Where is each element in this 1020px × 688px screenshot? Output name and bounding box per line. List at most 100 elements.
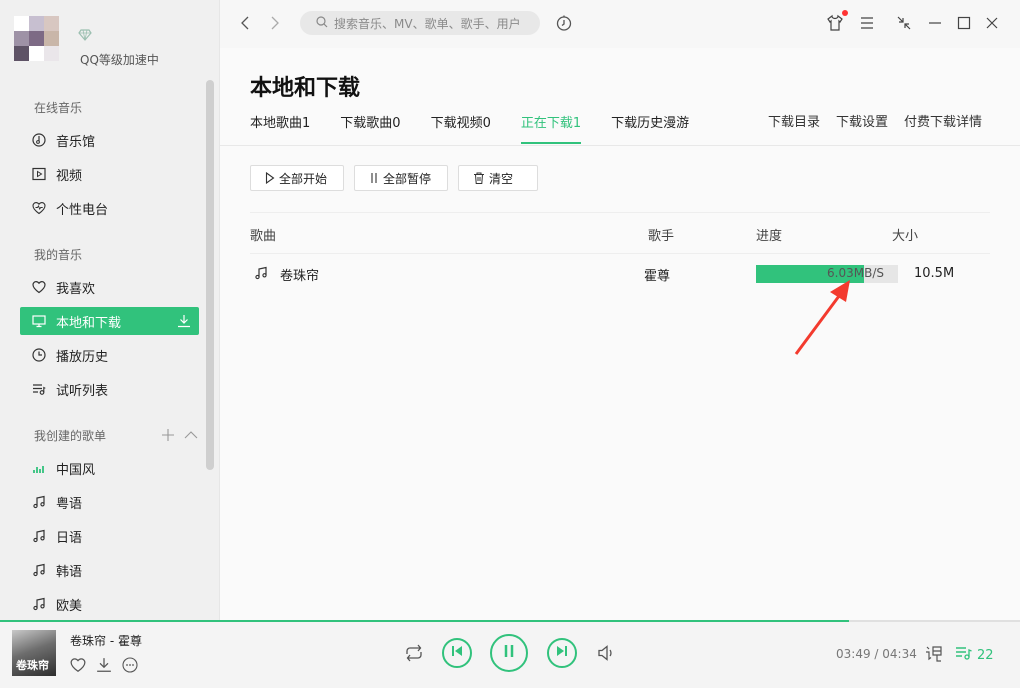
section-title-my-music: 我的音乐 [34, 246, 82, 263]
music-recognition-icon[interactable] [555, 14, 573, 32]
menu-icon[interactable] [858, 14, 876, 32]
pause-icon [369, 172, 379, 184]
tab-downloading[interactable]: 正在下载1 [521, 114, 581, 146]
sidebar-item-label: 个性电台 [56, 199, 108, 218]
singer-name[interactable]: 霍尊 [644, 265, 670, 284]
sidebar-item-radio[interactable]: 个性电台 [20, 194, 199, 222]
song-title[interactable]: 卷珠帘 [280, 265, 319, 284]
sidebar-item-favorites[interactable]: 我喜欢 [20, 273, 199, 301]
skin-icon[interactable] [826, 14, 844, 32]
sidebar-scrollbar[interactable] [206, 80, 214, 470]
tab-download-history[interactable]: 下载历史漫游 [611, 114, 689, 146]
now-playing-actions [70, 657, 138, 677]
search-icon [316, 16, 328, 31]
title-bar: 搜索音乐、MV、歌单、歌手、用户 [220, 0, 1020, 48]
music-note-icon [32, 563, 46, 577]
previous-button[interactable] [442, 638, 472, 668]
playback-time: 03:49 / 04:34 [836, 647, 917, 661]
annotation-arrow [790, 278, 860, 358]
close-icon[interactable] [983, 14, 1001, 32]
download-icon[interactable] [177, 314, 191, 332]
column-progress: 进度 [756, 225, 782, 244]
volume-icon[interactable] [596, 643, 616, 667]
trash-icon [473, 172, 485, 184]
sidebar-item-music-hall[interactable]: 音乐馆 [20, 126, 199, 154]
queue-count: 22 [977, 648, 994, 663]
radio-heart-icon [32, 201, 46, 215]
playlist-section-actions [162, 426, 198, 445]
column-song[interactable]: 歌曲 [250, 225, 276, 244]
section-title-created-playlists: 我创建的歌单 [34, 427, 106, 444]
sidebar-item-history[interactable]: 播放历史 [20, 341, 199, 369]
paid-download-details-link[interactable]: 付费下载详情 [904, 111, 982, 130]
download-links: 下载目录 下载设置 付费下载详情 [768, 111, 982, 130]
avatar-tile [29, 16, 44, 31]
now-playing-title[interactable]: 卷珠帘 - 霍尊 [70, 632, 142, 649]
sidebar-playlist-item[interactable]: 中国风 [20, 454, 199, 482]
column-singer[interactable]: 歌手 [648, 225, 674, 244]
pause-button[interactable] [490, 634, 528, 672]
start-all-button[interactable]: 全部开始 [250, 165, 344, 191]
add-icon[interactable] [162, 426, 174, 445]
album-cover[interactable]: 卷珠帘 [12, 630, 56, 676]
repeat-icon[interactable] [403, 642, 425, 668]
sidebar-item-label: 我喜欢 [56, 278, 95, 297]
music-note-icon [32, 495, 46, 509]
column-size[interactable]: 大小 [892, 225, 918, 244]
sidebar-item-label: 播放历史 [56, 346, 108, 365]
sidebar-item-trial-list[interactable]: 试听列表 [20, 375, 199, 403]
sidebar-item-video[interactable]: 视频 [20, 160, 199, 188]
pause-all-button[interactable]: 全部暂停 [354, 165, 448, 191]
video-icon [32, 167, 46, 181]
sidebar-playlist-item[interactable]: 粤语 [20, 488, 199, 516]
avatar[interactable] [14, 16, 60, 62]
disc-icon [32, 133, 46, 147]
lyrics-icon[interactable] [924, 644, 944, 664]
download-settings-link[interactable]: 下载设置 [836, 111, 888, 130]
play-queue-button[interactable]: 22 [955, 645, 994, 665]
file-size: 10.5M [914, 266, 954, 281]
clock-icon [32, 348, 46, 362]
forward-icon[interactable] [266, 14, 284, 32]
play-icon [265, 172, 275, 184]
table-row[interactable]: 卷珠帘 霍尊 6.03MB/S 10.5M [250, 254, 990, 292]
main-content: 本地和下载 本地歌曲1 下载歌曲0 下载视频0 正在下载1 下载历史漫游 下载目… [220, 48, 1020, 620]
playlist-icon [32, 382, 46, 396]
sidebar-item-label: 音乐馆 [56, 131, 95, 150]
mini-mode-icon[interactable] [895, 14, 913, 32]
more-icon[interactable] [122, 657, 138, 677]
skip-previous-icon [451, 645, 463, 661]
playlist-icon [955, 645, 973, 665]
back-icon[interactable] [236, 14, 254, 32]
player-bar: 卷珠帘 卷珠帘 - 霍尊 03:49 / 04:34 22 [0, 622, 1020, 688]
heart-icon[interactable] [70, 657, 86, 677]
sidebar-item-local-download[interactable]: 本地和下载 [20, 307, 199, 335]
avatar-tile [44, 46, 59, 61]
sidebar-item-label: 粤语 [56, 493, 82, 512]
sidebar-item-label: 视频 [56, 165, 82, 184]
sidebar-playlist-item[interactable]: 欧美 [20, 590, 199, 618]
next-button[interactable] [547, 638, 577, 668]
album-cover-text: 卷珠帘 [16, 657, 49, 673]
tab-downloaded-videos[interactable]: 下载视频0 [431, 114, 491, 146]
download-directory-link[interactable]: 下载目录 [768, 111, 820, 130]
clear-button[interactable]: 清空 [458, 165, 538, 191]
minimize-icon[interactable] [926, 14, 944, 32]
sidebar-playlist-item[interactable]: 韩语 [20, 556, 199, 584]
avatar-tile [14, 16, 29, 31]
sidebar-playlist-item[interactable]: 日语 [20, 522, 199, 550]
maximize-icon[interactable] [955, 14, 973, 32]
tab-local-songs[interactable]: 本地歌曲1 [250, 114, 310, 146]
download-icon[interactable] [96, 657, 112, 677]
start-all-label: 全部开始 [279, 170, 327, 187]
avatar-tile [14, 31, 29, 46]
chevron-up-icon[interactable] [184, 426, 198, 445]
music-note-icon [32, 529, 46, 543]
search-input[interactable]: 搜索音乐、MV、歌单、歌手、用户 [300, 11, 540, 35]
search-placeholder: 搜索音乐、MV、歌单、歌手、用户 [334, 15, 521, 32]
avatar-tile [44, 16, 59, 31]
avatar-tile [29, 46, 44, 61]
tab-downloaded-songs[interactable]: 下载歌曲0 [340, 114, 400, 146]
tab-bar: 本地歌曲1 下载歌曲0 下载视频0 正在下载1 下载历史漫游 [250, 114, 719, 146]
diamond-icon[interactable] [78, 28, 92, 42]
